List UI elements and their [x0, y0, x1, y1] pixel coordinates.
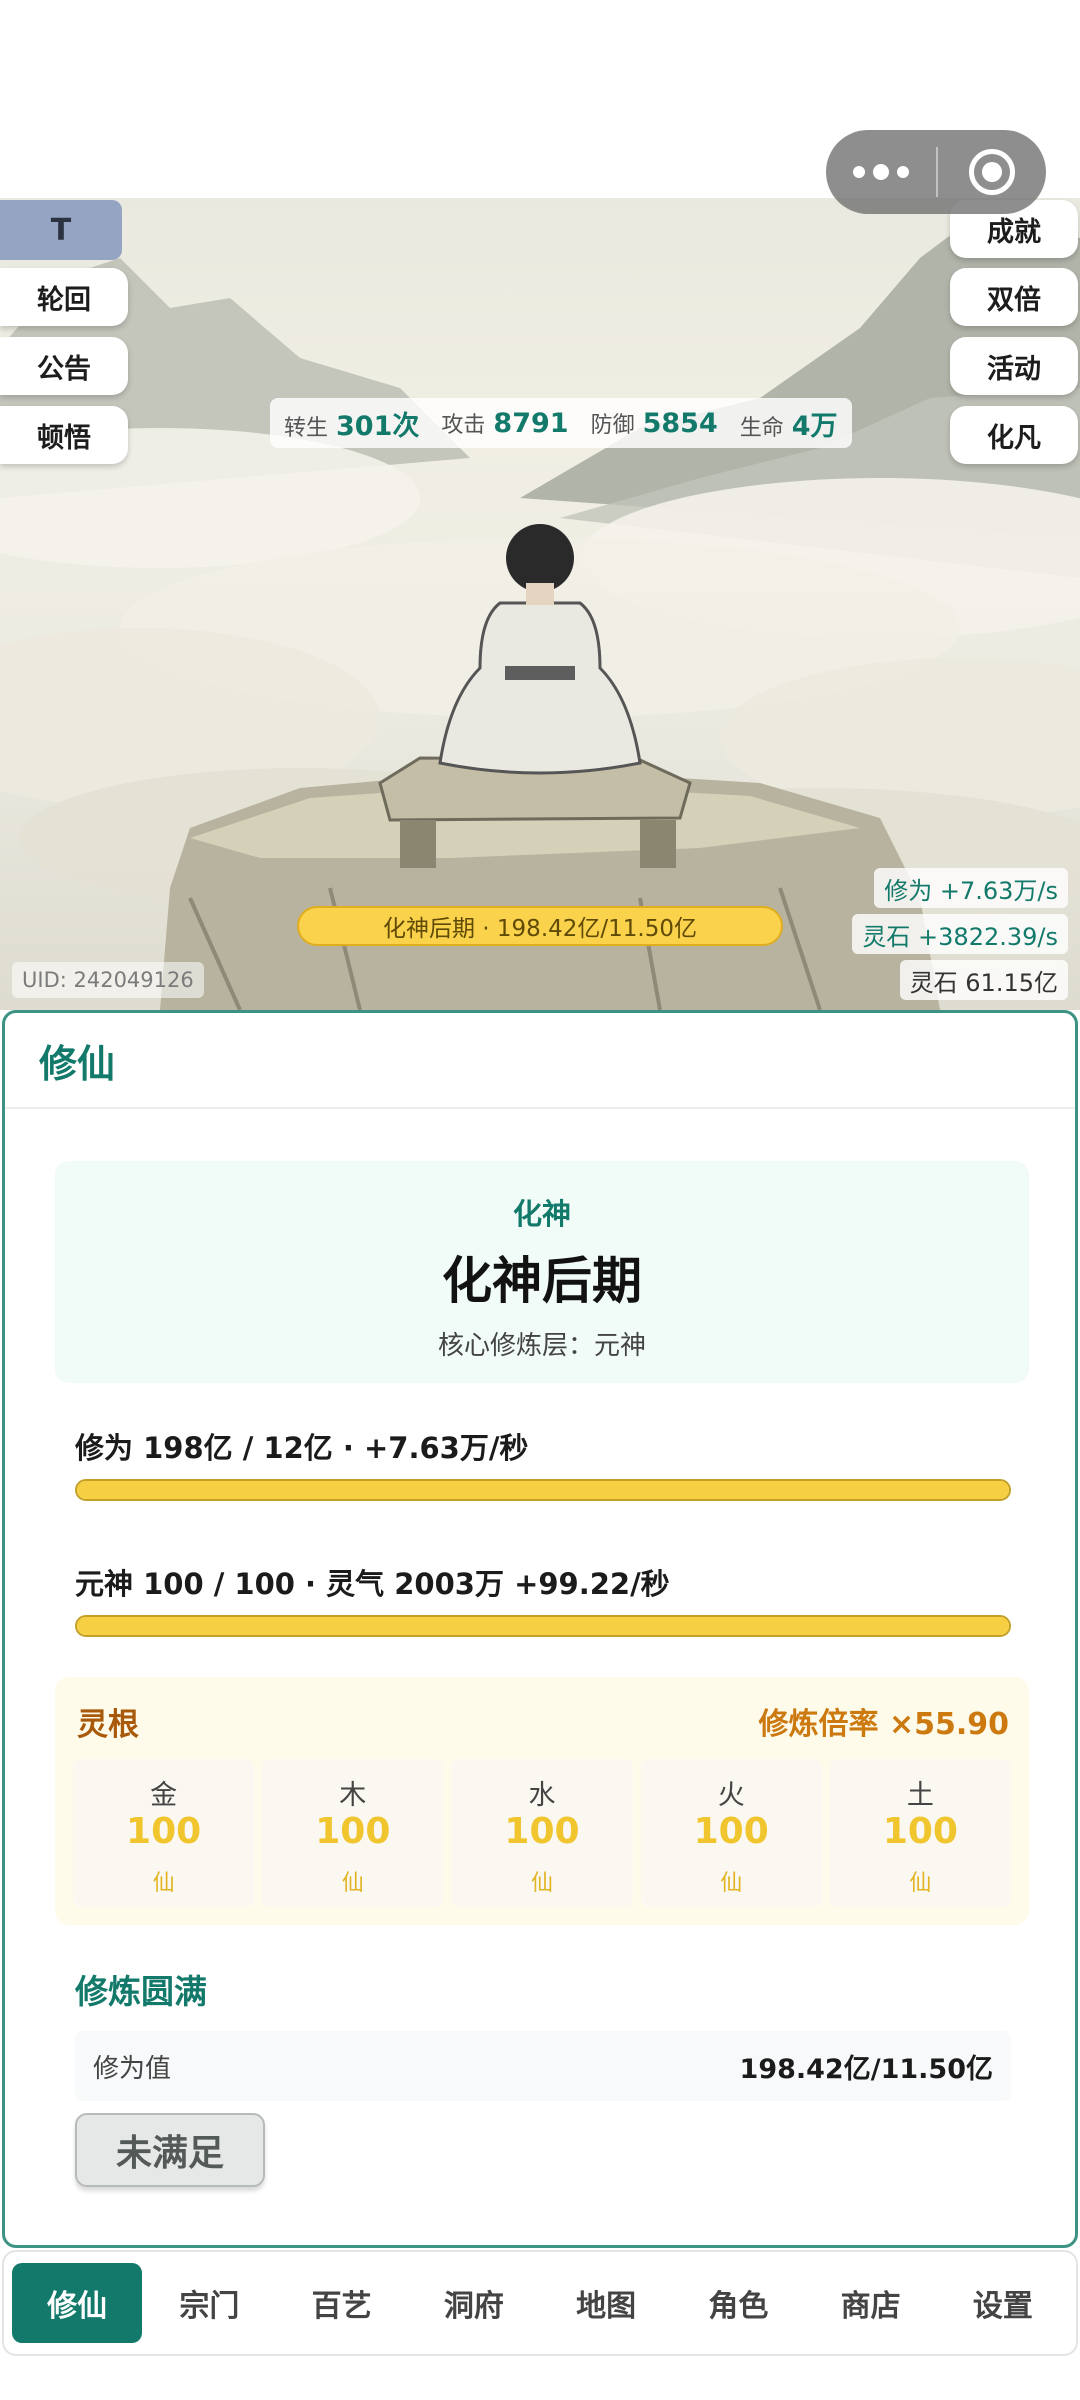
- player-stats: 转生 301次 攻击 8791 防御 5854 生命 4万: [270, 398, 852, 448]
- nav-crafts[interactable]: 百艺: [277, 2263, 407, 2343]
- bottom-nav: 修仙 宗门 百艺 洞府 地图 角色 商店 设置: [2, 2250, 1078, 2356]
- cultivation-rate-chip: 修为 +7.63万/s: [874, 868, 1068, 908]
- perfection-title: 修炼圆满: [75, 1972, 207, 2011]
- realm-major: 化神: [512, 1197, 571, 1231]
- spirit-root-box: 灵根 修炼倍率 ×55.90 金 100 仙 木 100 仙 水 100 仙 火…: [55, 1677, 1029, 1925]
- stat-value: 4万: [791, 410, 838, 442]
- element-wood: 木 100 仙: [262, 1759, 444, 1907]
- spirit-progress-text: 元神 100 / 100 · 灵气 2003万 +99.22/秒: [75, 1567, 670, 1601]
- close-target-icon[interactable]: [938, 130, 1046, 214]
- spirit-progress-bar: [75, 1615, 1011, 1637]
- not-satisfied-button[interactable]: 未满足: [75, 2113, 265, 2187]
- element-fire: 火 100 仙: [640, 1759, 822, 1907]
- element-name: 金: [150, 1780, 178, 1811]
- element-name: 土: [906, 1780, 934, 1811]
- perfection-label: 修为值: [93, 2053, 172, 2084]
- element-grade: 仙: [909, 1871, 932, 1896]
- uid-label: UID: 242049126: [12, 962, 204, 998]
- stone-rate-chip: 灵石 +3822.39/s: [852, 914, 1068, 954]
- insight-button[interactable]: 顿悟: [0, 406, 128, 464]
- nav-cultivate[interactable]: 修仙: [12, 2263, 143, 2343]
- stat-label: 转生: [284, 415, 329, 441]
- element-grade: 仙: [152, 1871, 175, 1896]
- cultivation-panel: 修仙 化神 化神后期 核心修炼层：元神 修为 198亿 / 12亿 · +7.6…: [2, 1010, 1078, 2248]
- stat-rebirth: 转生 301次: [284, 404, 419, 443]
- spirit-progress-fill: [77, 1617, 1009, 1635]
- element-grade: 仙: [720, 1871, 743, 1896]
- mini-program-capsule: [826, 130, 1046, 214]
- element-grade: 仙: [341, 1871, 364, 1896]
- stat-label: 防御: [590, 413, 635, 438]
- nav-map[interactable]: 地图: [541, 2263, 671, 2343]
- core-layer: 核心修炼层：元神: [437, 1331, 646, 1361]
- reincarnate-button[interactable]: 轮回: [0, 268, 128, 326]
- panel-title: 修仙: [5, 1013, 1075, 1109]
- element-name: 水: [528, 1780, 556, 1811]
- element-value: 100: [315, 1811, 391, 1852]
- realm-progress-pill: 化神后期 · 198.42亿/11.50亿: [297, 906, 783, 946]
- cultivation-scene: 转生 301次 攻击 8791 防御 5854 生命 4万 T 轮回 公告 顿悟 成就 …: [0, 198, 1080, 1010]
- element-water: 水 100 仙: [451, 1759, 633, 1907]
- realm-minor: 化神后期: [442, 1252, 642, 1310]
- element-earth: 土 100 仙: [829, 1759, 1012, 1907]
- nav-shop[interactable]: 商店: [806, 2263, 936, 2343]
- element-name: 火: [717, 1780, 745, 1811]
- double-button[interactable]: 双倍: [950, 268, 1078, 326]
- cultivation-multiplier: 修炼倍率 ×55.90: [758, 1707, 1009, 1742]
- element-row: 金 100 仙 木 100 仙 水 100 仙 火 100 仙 土 100 仙: [73, 1759, 1012, 1907]
- element-metal: 金 100 仙: [73, 1759, 255, 1907]
- nav-cave[interactable]: 洞府: [409, 2263, 539, 2343]
- notice-button[interactable]: 公告: [0, 337, 128, 395]
- stat-value: 5854: [642, 408, 718, 439]
- stat-value: 8791: [493, 408, 569, 439]
- spirit-root-title: 灵根: [77, 1707, 139, 1743]
- element-grade: 仙: [531, 1871, 554, 1896]
- stone-total-chip: 灵石 61.15亿: [899, 960, 1068, 1000]
- element-value: 100: [126, 1811, 202, 1852]
- nav-character[interactable]: 角色: [673, 2263, 803, 2343]
- mortal-button[interactable]: 化凡: [950, 406, 1078, 464]
- more-menu-icon[interactable]: [826, 130, 936, 214]
- perfection-row: 修为值 198.42亿/11.50亿: [75, 2031, 1011, 2101]
- element-name: 木: [339, 1780, 367, 1811]
- nav-sect[interactable]: 宗门: [144, 2263, 274, 2343]
- stat-attack: 攻击 8791: [441, 407, 568, 439]
- realm-card: 化神 化神后期 核心修炼层：元神: [55, 1161, 1029, 1383]
- cultivation-progress-fill: [77, 1481, 1009, 1499]
- cultivation-progress-text: 修为 198亿 / 12亿 · +7.63万/秒: [75, 1431, 529, 1465]
- element-value: 100: [504, 1811, 580, 1852]
- nav-settings[interactable]: 设置: [938, 2263, 1068, 2343]
- perfection-value: 198.42亿/11.50亿: [739, 2053, 993, 2085]
- stat-value: 301次: [336, 410, 420, 442]
- stat-label: 攻击: [441, 413, 486, 438]
- stat-health: 生命 4万: [740, 404, 838, 443]
- t-button[interactable]: T: [0, 200, 122, 260]
- event-button[interactable]: 活动: [950, 337, 1078, 395]
- cultivation-progress-bar: [75, 1479, 1011, 1501]
- element-value: 100: [693, 1811, 769, 1852]
- element-value: 100: [882, 1811, 958, 1852]
- stat-defense: 防御 5854: [591, 407, 718, 439]
- stat-label: 生命: [739, 415, 784, 441]
